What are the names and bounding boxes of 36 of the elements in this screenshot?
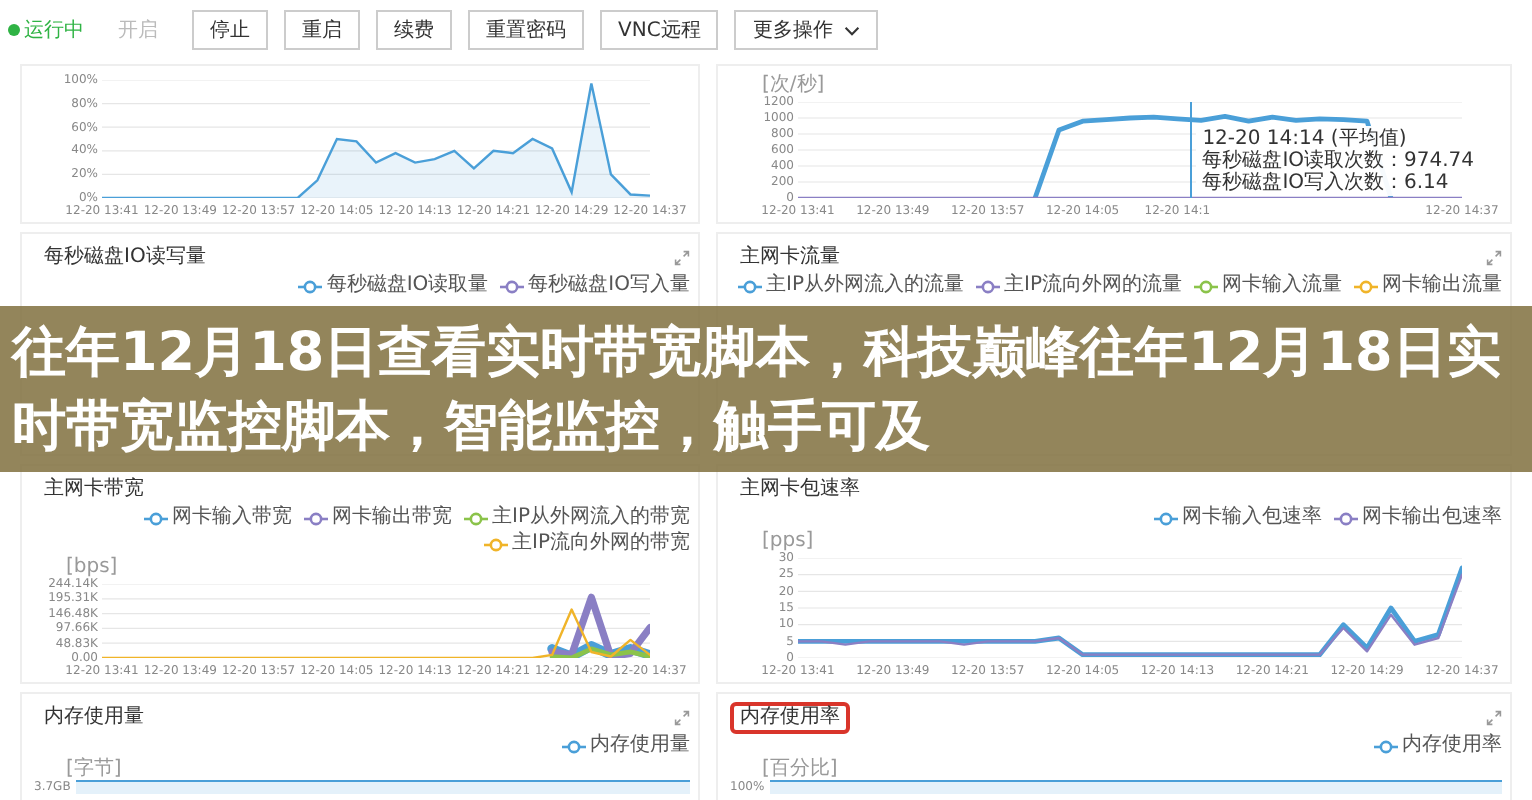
legend-item[interactable]: 主IP从外网流入的流量	[738, 274, 965, 298]
toolbar-button[interactable]: VNC远程	[600, 10, 719, 50]
legend-item[interactable]: 网卡输入带宽	[144, 506, 293, 530]
axis-unit: [次/秒]	[760, 74, 827, 96]
axis-unit: [bps]	[64, 556, 120, 578]
legend-item[interactable]: 内存使用量	[562, 734, 690, 758]
toolbar-button[interactable]: 续费	[376, 10, 452, 50]
panel-title: 每秒磁盘IO读写量	[42, 243, 208, 272]
panel-title: 主网卡带宽	[42, 475, 146, 504]
toolbar-button[interactable]: 停止	[192, 10, 268, 50]
toolbar-button[interactable]: 重启	[284, 10, 360, 50]
panel-title: 主网卡流量	[738, 243, 842, 272]
legend-item[interactable]: 主IP从外网流入的带宽	[464, 506, 690, 530]
legend-item[interactable]: 主IP流向外网的带宽	[484, 532, 690, 556]
panel-title: 内存使用率	[730, 702, 850, 734]
panel-title: 主网卡包速率	[738, 475, 862, 504]
legend-item[interactable]: 内存使用率	[1374, 734, 1502, 758]
legend-item[interactable]: 主IP流向外网的流量	[976, 274, 1182, 298]
panel-title: 内存使用量	[42, 703, 146, 732]
axis-unit: [字节]	[64, 758, 124, 780]
toolbar-button[interactable]: 重置密码	[468, 10, 584, 50]
tooltip-value: 每秒磁盘IO读取次数：974.74	[1202, 150, 1474, 172]
legend-item[interactable]: 网卡输出包速率	[1334, 506, 1502, 530]
axis-unit: [pps]	[760, 530, 816, 552]
legend-item[interactable]: 网卡输出流量	[1354, 274, 1502, 298]
legend-item[interactable]: 网卡输入流量	[1194, 274, 1342, 298]
tooltip-title: 12-20 14:14 (平均值)	[1202, 128, 1409, 150]
legend-item[interactable]: 网卡输入包速率	[1154, 506, 1322, 530]
legend-item[interactable]: 网卡输出带宽	[304, 506, 453, 530]
axis-unit: [百分比]	[760, 758, 840, 780]
status-indicator: 运行中	[8, 16, 84, 44]
legend-item[interactable]: 每秒磁盘IO读取量	[298, 274, 489, 298]
toolbar-button[interactable]: 更多操作	[734, 10, 879, 50]
banner-title: 往年12月18日查看实时带宽脚本，科技巅峰往年12月18日实时带宽监控脚本，智能监控，触手可及	[12, 319, 1503, 461]
legend-item[interactable]: 每秒磁盘IO写入量	[500, 274, 690, 298]
tooltip-value: 每秒磁盘IO写入次数：6.14	[1202, 172, 1451, 194]
